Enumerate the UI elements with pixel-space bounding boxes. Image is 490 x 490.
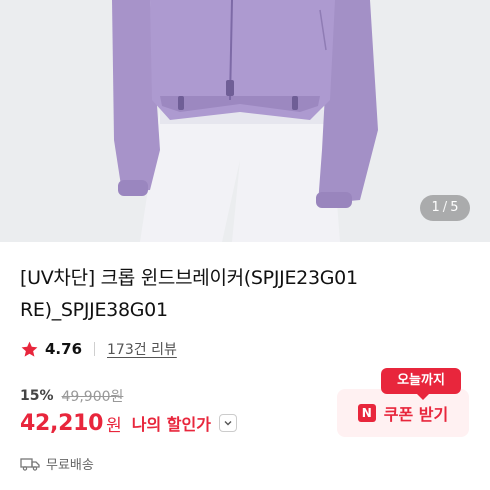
price-details-toggle[interactable] bbox=[218, 414, 237, 432]
discount-row: 15% 49,900원 bbox=[20, 386, 123, 406]
rating-value: 4.76 bbox=[45, 340, 83, 358]
image-counter-total: 5 bbox=[450, 200, 459, 215]
rating-row: 4.76 173건 리뷰 bbox=[20, 338, 177, 360]
image-counter: 1/5 bbox=[420, 195, 470, 221]
get-coupon-button[interactable]: N 쿠폰 받기 bbox=[337, 389, 469, 437]
review-count-link[interactable]: 173건 리뷰 bbox=[107, 339, 177, 359]
product-title: [UV차단] 크롭 윈드브레이커(SPJJE23G01 RE)_SPJJE38G… bbox=[20, 262, 480, 326]
image-counter-current: 1 bbox=[431, 200, 440, 215]
sale-price: 42,210 bbox=[20, 410, 104, 436]
product-photo bbox=[0, 0, 490, 242]
price-row: 42,210 원 나의 할인가 bbox=[20, 408, 237, 438]
product-title-line2: RE)_SPJJE38G01 bbox=[20, 299, 168, 321]
product-image[interactable]: 1/5 bbox=[0, 0, 490, 242]
original-price: 49,900원 bbox=[61, 389, 124, 405]
image-counter-separator: / bbox=[442, 200, 448, 215]
coupon-deadline-badge: 오늘까지 bbox=[381, 368, 461, 400]
sale-price-unit: 원 bbox=[106, 415, 122, 436]
truck-icon bbox=[20, 457, 40, 471]
star-icon bbox=[21, 341, 38, 357]
shipping-label: 무료배송 bbox=[46, 458, 94, 473]
coupon-n-icon: N bbox=[357, 404, 376, 422]
discount-rate: 15% bbox=[20, 388, 54, 404]
product-title-line1: [UV차단] 크롭 윈드브레이커(SPJJE23G01 bbox=[20, 267, 358, 289]
rating-divider bbox=[94, 342, 96, 356]
chevron-down-icon bbox=[224, 421, 232, 426]
shipping-row: 무료배송 bbox=[20, 454, 94, 473]
my-price-label: 나의 할인가 bbox=[131, 415, 211, 434]
coupon-label: 쿠폰 받기 bbox=[383, 405, 449, 424]
